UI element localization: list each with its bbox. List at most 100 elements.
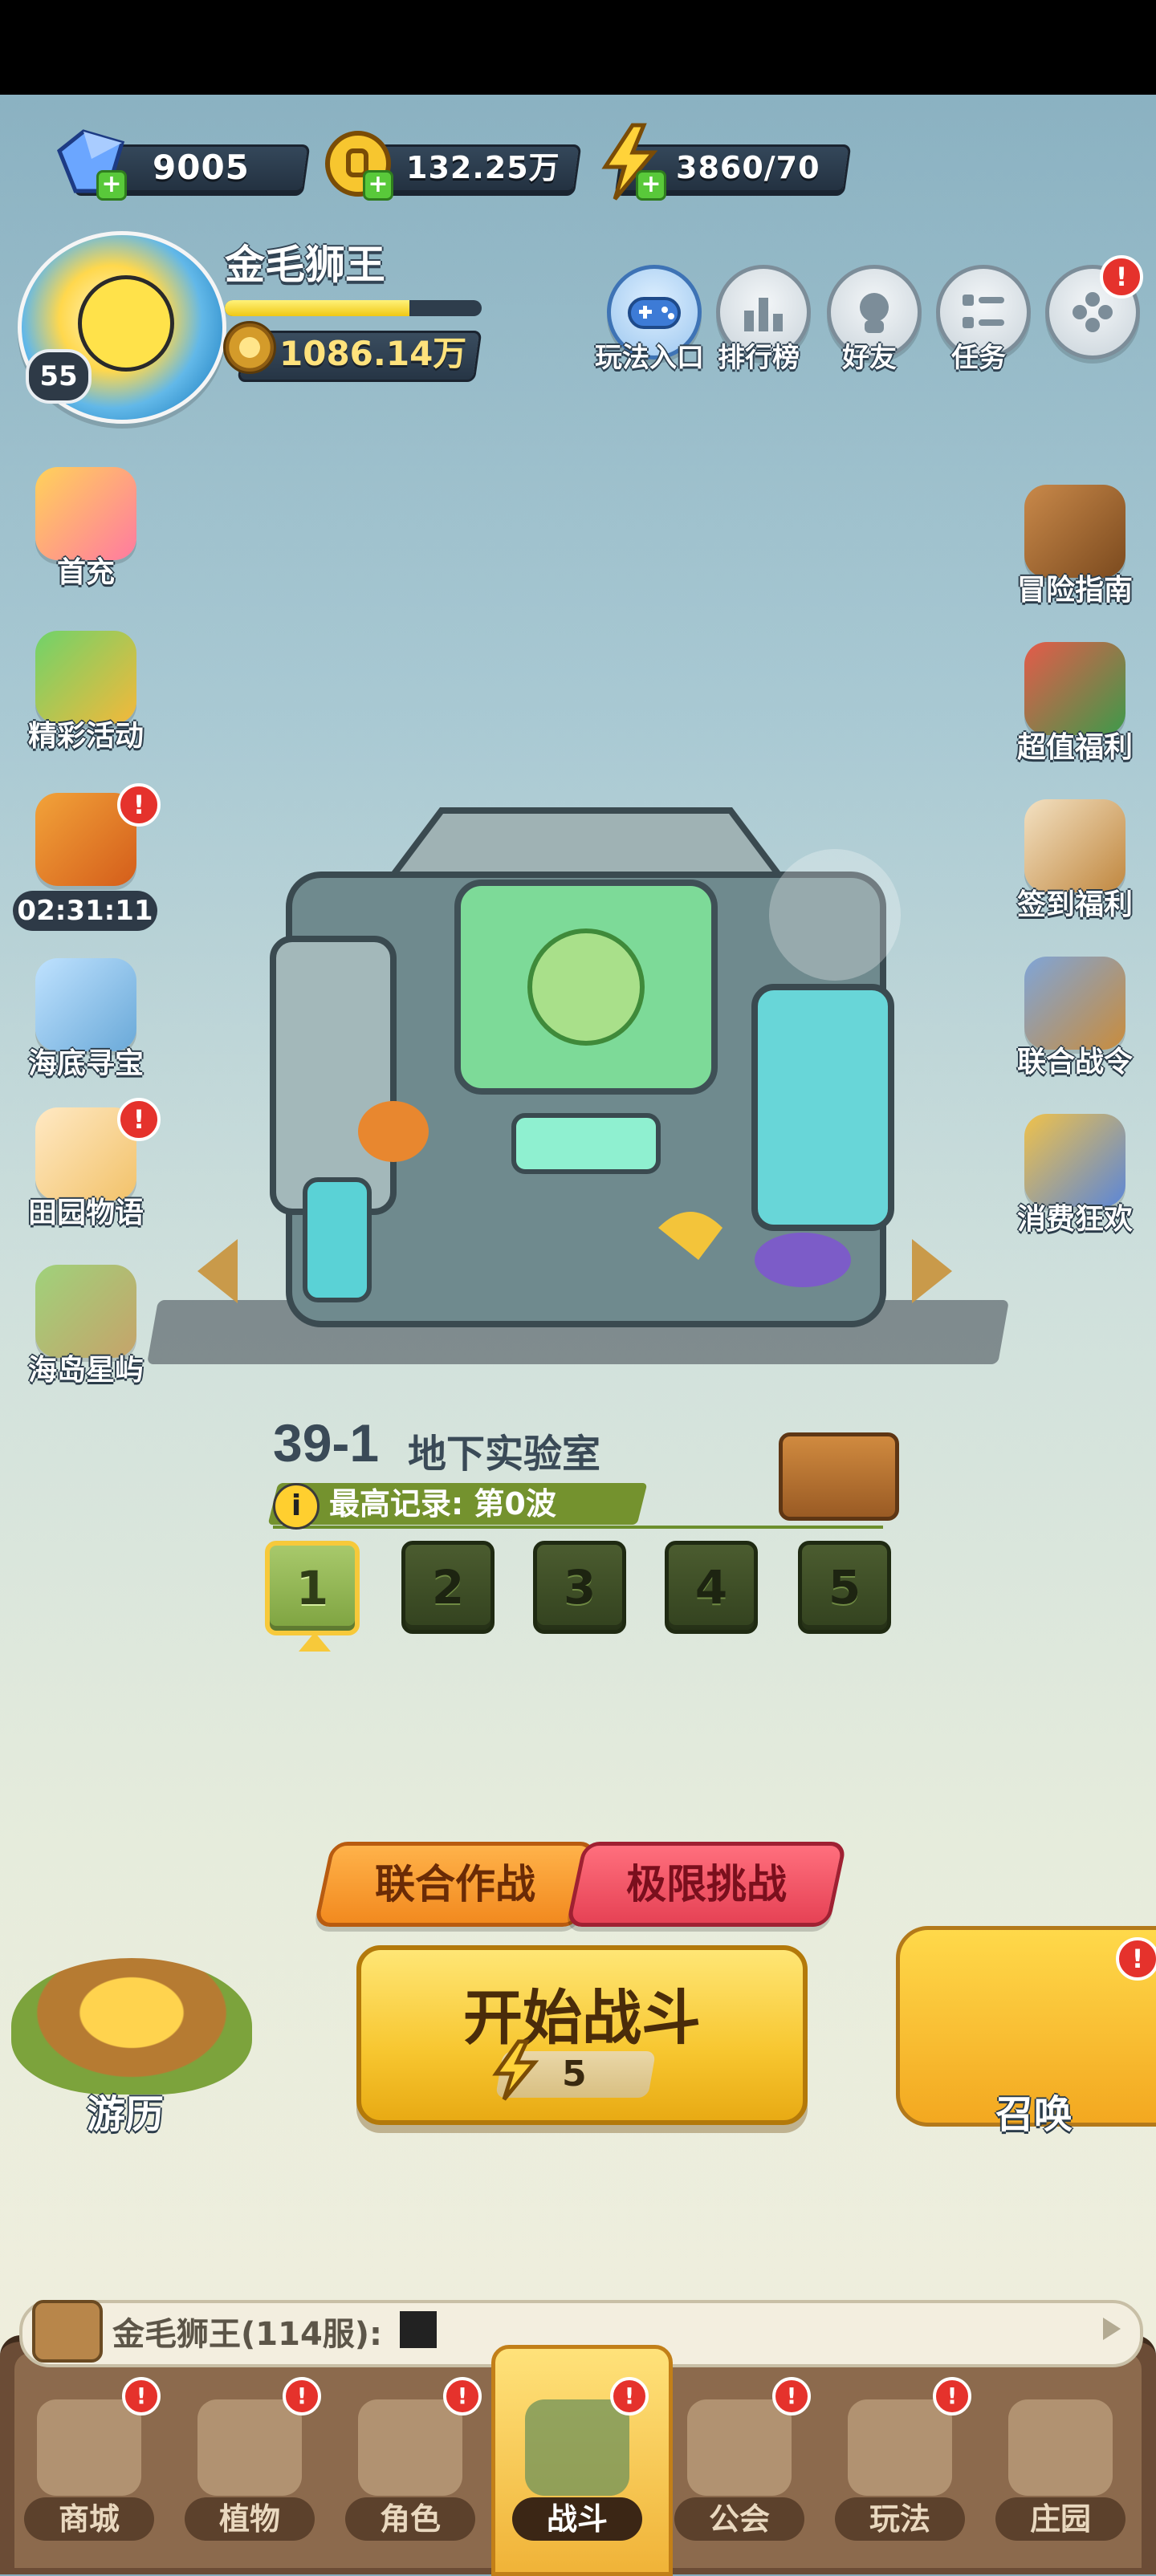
energy-cost-icon [492, 2039, 539, 2101]
manor-icon [1008, 2399, 1113, 2496]
coop-battle-label: 联合作战 [375, 1861, 535, 1908]
treasure-icon [35, 958, 136, 1051]
welfare-label: 超值福利 [1016, 731, 1133, 764]
gamepad-icon [628, 297, 681, 329]
events-label: 精彩活动 [27, 720, 144, 753]
exp-fill [225, 300, 410, 316]
tab-label: 玩法 [835, 2497, 965, 2541]
travel-label: 游历 [87, 2092, 165, 2137]
start-battle-label: 开始战斗 [463, 1984, 701, 2053]
first-recharge-button[interactable]: 首充 [18, 464, 154, 589]
friends-label: 好友 [842, 342, 897, 374]
gift-timer: 02:31:11 [13, 891, 157, 931]
more-alert-badge: ! [1100, 255, 1143, 299]
gameplay-entry-label: 玩法入口 [595, 342, 704, 374]
tab-label: 公会 [674, 2497, 804, 2541]
island-icon [35, 1265, 136, 1358]
wave-button-1[interactable]: 1 [265, 1541, 360, 1635]
ranking-label: 排行榜 [718, 342, 800, 374]
next-stage-arrow[interactable] [912, 1239, 952, 1303]
guild-icon [687, 2399, 792, 2496]
wave-button-4[interactable]: 4 [665, 1541, 758, 1634]
guide-button[interactable]: 冒险指南 [1007, 481, 1143, 607]
wave-button-3[interactable]: 3 [533, 1541, 626, 1634]
exp-bar [225, 300, 482, 316]
status-bar [0, 0, 1156, 95]
level-badge: 55 [26, 349, 92, 404]
diamonds-value: 9005 [153, 148, 250, 187]
checkin-button[interactable]: 签到福利 [1007, 796, 1143, 921]
tab-guild[interactable]: ! 公会 [666, 2375, 812, 2560]
player-name: 金毛狮王 [225, 242, 385, 288]
treasure-chest-icon[interactable] [779, 1432, 899, 1521]
selected-wave-pointer [299, 1632, 331, 1652]
spending-icon [1024, 1114, 1125, 1207]
best-record: 最高记录: 第0波 [329, 1486, 556, 1522]
wave-button-5[interactable]: 5 [798, 1541, 891, 1634]
wave-label: 4 [694, 1560, 728, 1615]
tab-alert-badge: ! [283, 2377, 321, 2416]
wave-button-2[interactable]: 2 [401, 1541, 495, 1634]
battle-pass-button[interactable]: 联合战令 [1007, 953, 1143, 1079]
energy-cost-value: 5 [562, 2054, 587, 2095]
battle-pass-label: 联合战令 [1016, 1046, 1133, 1079]
welfare-button[interactable]: 超值福利 [1007, 639, 1143, 764]
task-icon [963, 295, 1004, 328]
battle-pass-icon [1024, 957, 1125, 1050]
add-diamonds-icon[interactable]: + [96, 170, 127, 201]
previous-stage-arrow[interactable] [197, 1239, 238, 1303]
battle-icon [525, 2399, 629, 2496]
tab-label: 战斗 [512, 2497, 642, 2541]
spending-button[interactable]: 消费狂欢 [1007, 1111, 1143, 1236]
tab-manor[interactable]: 庄园 [987, 2375, 1134, 2560]
spending-label: 消费狂欢 [1016, 1203, 1133, 1236]
tab-character[interactable]: ! 角色 [337, 2375, 483, 2560]
stage-number: 39-1 [273, 1413, 380, 1473]
add-coins-icon[interactable]: + [363, 170, 393, 201]
tab-label: 植物 [185, 2497, 315, 2541]
summon-alert-badge: ! [1116, 1937, 1156, 1981]
task-label: 任务 [951, 342, 1006, 374]
farm-label: 田园物语 [27, 1197, 144, 1229]
treasure-button[interactable]: 海底寻宝 [18, 955, 154, 1080]
farm-button[interactable]: ! 田园物语 [18, 1098, 161, 1229]
tab-label: 角色 [345, 2497, 475, 2541]
info-icon[interactable]: i [273, 1483, 320, 1530]
shop-icon [37, 2399, 141, 2496]
chat-expand-arrow-icon[interactable] [1103, 2318, 1121, 2340]
wave-label: 2 [431, 1560, 465, 1615]
guide-label: 冒险指南 [1016, 574, 1133, 607]
limit-challenge-label: 极限挑战 [626, 1861, 787, 1908]
tab-plant[interactable]: ! 植物 [177, 2375, 323, 2560]
energy-value: 3860/70 [676, 150, 820, 185]
tab-gameplay[interactable]: ! 玩法 [827, 2375, 973, 2560]
gameplay-icon [848, 2399, 952, 2496]
friends-icon [860, 293, 889, 333]
tab-label: 商城 [24, 2497, 154, 2541]
tab-alert-badge: ! [610, 2377, 649, 2416]
island-button[interactable]: 海岛星屿 [18, 1262, 154, 1387]
travel-treasure-icon[interactable] [11, 1958, 252, 2095]
wave-label: 1 [295, 1561, 329, 1615]
tab-alert-badge: ! [933, 2377, 971, 2416]
checkin-icon [1024, 799, 1125, 892]
stage-name: 地下实验室 [408, 1432, 601, 1477]
ranking-icon [744, 298, 783, 331]
tab-alert-badge: ! [772, 2377, 811, 2416]
limit-challenge-button[interactable]: 极限挑战 [565, 1842, 848, 1927]
events-icon [35, 631, 136, 724]
events-button[interactable]: 精彩活动 [18, 628, 154, 753]
island-label: 海岛星屿 [27, 1354, 144, 1387]
welfare-icon [1024, 642, 1125, 735]
tab-shop[interactable]: ! 商城 [16, 2375, 162, 2560]
avatar-face-icon [78, 275, 174, 372]
plant-icon [197, 2399, 302, 2496]
first-recharge-label: 首充 [56, 556, 115, 589]
add-energy-icon[interactable]: + [636, 170, 666, 201]
tab-battle[interactable]: ! 战斗 [504, 2375, 650, 2560]
first-recharge-icon [35, 467, 136, 560]
checkin-label: 签到福利 [1016, 888, 1133, 921]
gold-value: 1086.14万 [279, 334, 467, 373]
chat-message: 金毛狮王(114服): [112, 2316, 383, 2353]
coop-battle-button[interactable]: 联合作战 [313, 1842, 597, 1927]
